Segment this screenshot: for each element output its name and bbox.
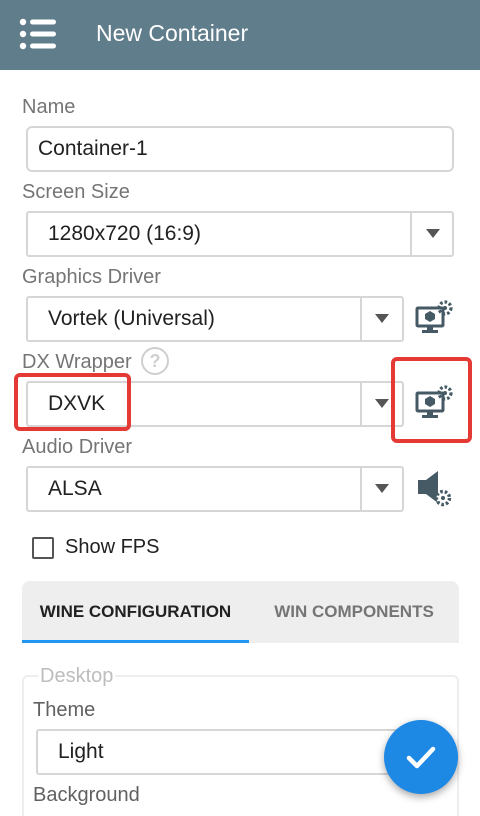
active-tab-indicator — [22, 640, 249, 643]
chevron-down-icon — [375, 399, 389, 408]
chevron-down-icon — [426, 229, 440, 238]
background-label: Background — [33, 784, 140, 806]
select-divider — [360, 298, 362, 340]
page-title: New Container — [96, 20, 249, 46]
audio-driver-select[interactable]: ALSA — [26, 466, 404, 512]
check-icon — [406, 746, 436, 769]
app-bar: New Container — [0, 0, 480, 70]
graphics-driver-label: Graphics Driver — [22, 266, 161, 288]
tab-win-components[interactable]: WIN COMPONENTS — [249, 581, 459, 643]
screen-size-label: Screen Size — [22, 181, 130, 203]
name-label: Name — [22, 96, 76, 118]
select-divider — [360, 383, 362, 425]
graphics-driver-value: Vortek (Universal) — [48, 307, 215, 330]
screen-size-select[interactable]: 1280x720 (16:9) — [26, 211, 454, 257]
theme-label: Theme — [33, 699, 96, 721]
dx-wrapper-label: DX Wrapper — [22, 351, 132, 373]
select-divider — [360, 468, 362, 510]
tab-wine-configuration[interactable]: WINE CONFIGURATION — [22, 581, 249, 643]
monitor-settings-icon[interactable] — [414, 297, 454, 337]
desktop-group-title: Desktop — [38, 665, 116, 688]
help-icon[interactable]: ? — [141, 347, 169, 375]
screen-size-value: 1280x720 (16:9) — [48, 222, 201, 245]
show-fps-checkbox[interactable] — [32, 537, 54, 559]
menu-icon[interactable] — [18, 16, 58, 52]
audio-driver-value: ALSA — [48, 477, 102, 500]
name-field[interactable]: Container-1 — [26, 126, 454, 172]
theme-value: Light — [58, 740, 104, 763]
graphics-driver-select[interactable]: Vortek (Universal) — [26, 296, 404, 342]
show-fps-label: Show FPS — [65, 536, 160, 558]
tab-bar: WINE CONFIGURATION WIN COMPONENTS — [22, 581, 459, 643]
speaker-settings-icon[interactable] — [414, 468, 454, 508]
theme-select[interactable]: Light — [36, 729, 414, 775]
highlight-box-dx-value — [14, 373, 131, 431]
audio-driver-label: Audio Driver — [22, 436, 133, 458]
select-divider — [410, 213, 412, 255]
chevron-down-icon — [375, 314, 389, 323]
chevron-down-icon — [375, 484, 389, 493]
confirm-fab-button[interactable] — [384, 720, 458, 794]
highlight-box-dx-settings — [391, 357, 472, 443]
